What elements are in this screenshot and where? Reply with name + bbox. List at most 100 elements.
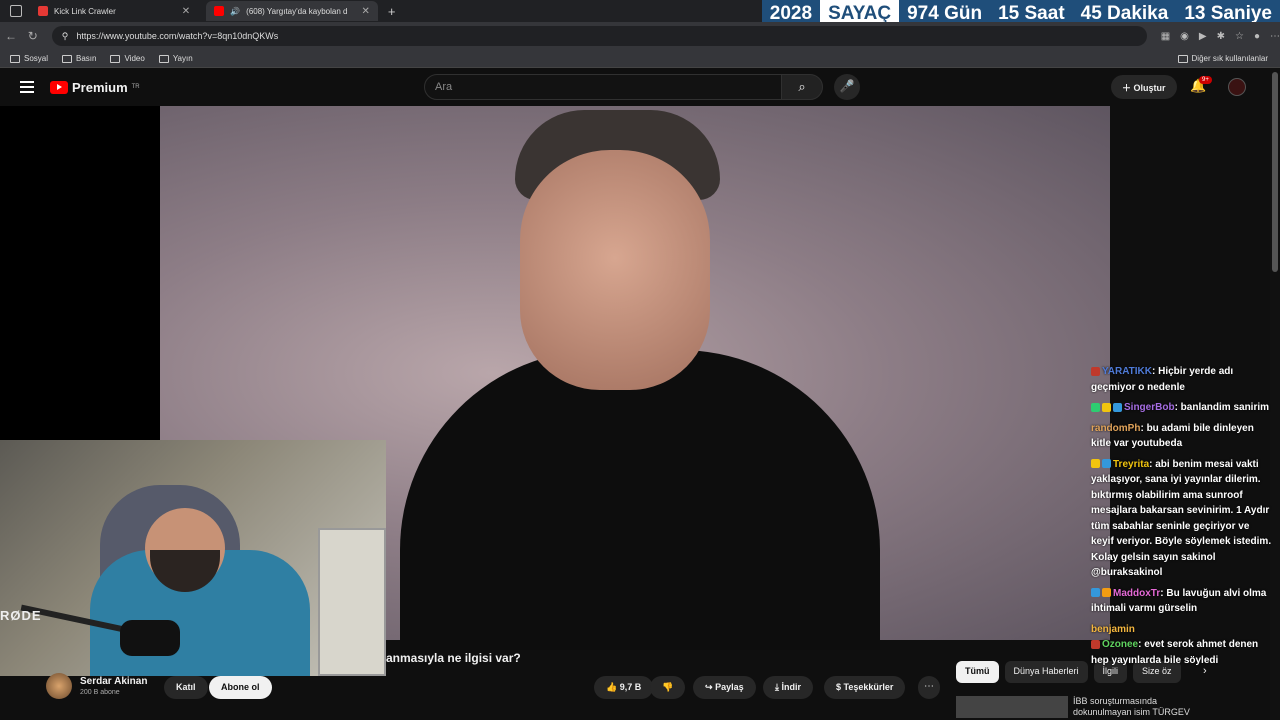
other-bookmarks[interactable]: Diğer sık kullanılanlar (1177, 54, 1268, 63)
address-bar-row: ← ↻ ⚲ https://www.youtube.com/watch?v=8q… (0, 22, 1280, 50)
mic-brand-logo: RØDE (0, 608, 42, 623)
bookmark-label: Sosyal (24, 54, 49, 63)
close-tab-icon[interactable]: ✕ (182, 6, 190, 17)
speaker-icon[interactable]: 🔊 (230, 7, 240, 16)
create-button[interactable]: ＋ Oluştur (1111, 75, 1177, 99)
folder-icon (10, 54, 20, 63)
extension-icon[interactable]: ▦ (1161, 31, 1170, 42)
url-field[interactable]: ⚲ https://www.youtube.com/watch?v=8qn10d… (51, 26, 1147, 46)
profile-avatar-icon[interactable]: ● (1254, 31, 1260, 42)
share-button[interactable]: ↪ Paylaş (693, 676, 756, 699)
download-label: İndir (781, 682, 802, 692)
bookmark-folder-basin[interactable]: Basın (62, 54, 96, 63)
thanks-icon: $ (836, 682, 842, 692)
reload-icon[interactable]: ↻ (22, 29, 44, 43)
more-actions-icon[interactable]: ⋯ (918, 676, 940, 699)
chat-text: banlandim sanirim (1180, 402, 1270, 413)
chip-all[interactable]: Tümü (956, 661, 999, 683)
chat-username: Treyrita (1113, 458, 1150, 470)
badge-icon (1091, 402, 1100, 412)
favorites-icon[interactable]: ☆ (1235, 31, 1244, 42)
logo-text: Premium (72, 79, 128, 95)
youtube-header: Premium TR Ara ⌕ 🎤 ＋ Oluştur 🔔 9+ (0, 68, 1270, 106)
folder-icon (158, 54, 169, 63)
youtube-logo[interactable]: Premium TR (50, 80, 140, 95)
thumbs-down-icon: 👎 (662, 682, 674, 692)
bookmark-label: Video (124, 54, 145, 63)
chat-message: SingerBob: banlandim sanirim (1091, 400, 1273, 416)
video-speaker-face (520, 150, 710, 390)
bookmarks-bar: Sosyal Basın Video Yayın Diğer sık kulla… (0, 50, 1280, 68)
tab-title: (608) Yargıtay'da kaybolan d (246, 6, 348, 16)
search-icon[interactable]: ⌕ (781, 74, 823, 100)
folder-icon (110, 54, 121, 63)
youtube-favicon-icon (214, 6, 225, 16)
tab-kick-link-crawler[interactable]: Kick Link Crawler ✕ (30, 1, 198, 21)
kick-favicon-icon (38, 6, 48, 16)
badge-icon (1091, 639, 1100, 649)
workspace-icon[interactable] (10, 5, 22, 17)
badge-icon (1102, 402, 1111, 412)
like-count: 9,7 B (619, 682, 642, 692)
site-info-icon[interactable]: ⚲ (62, 31, 69, 42)
bookmark-label: Diğer sık kullanılanlar (1191, 54, 1268, 63)
extensions-toolbar: ▦ ◉ ▶ ✱ ☆ ● ⋯ (1161, 31, 1280, 42)
whiteboard (318, 528, 386, 676)
bookmark-folder-yayin[interactable]: Yayın (158, 54, 193, 63)
chip-world-news[interactable]: Dünya Haberleri (1004, 661, 1088, 683)
extensions-puzzle-icon[interactable]: ✱ (1217, 31, 1225, 42)
streamer-webcam-overlay: RØDE (0, 440, 386, 676)
bookmark-folder-video[interactable]: Video (110, 54, 145, 63)
back-icon[interactable]: ← (0, 29, 22, 43)
related-video-title[interactable]: İBB soruşturmasında dokunulmayan isim TÜ… (1073, 696, 1190, 718)
share-label: Paylaş (715, 682, 744, 692)
url-text: https://www.youtube.com/watch?v=8qn10dnQ… (76, 31, 279, 41)
close-tab-icon[interactable]: ✕ (361, 6, 369, 17)
chat-username: randomPh (1091, 422, 1141, 434)
chat-message: MaddoxTr: Bu lavuğun alvi olma ihtimali … (1091, 587, 1267, 614)
youtube-play-icon (50, 80, 68, 94)
new-tab-button[interactable]: + (388, 4, 396, 19)
channel-avatar[interactable] (46, 673, 72, 699)
folder-icon (1177, 54, 1188, 63)
subscribe-button[interactable]: Abone ol (209, 676, 272, 699)
chat-username: YARATIKK (1102, 366, 1153, 377)
channel-name[interactable]: Serdar Akinan (80, 676, 147, 687)
thanks-button[interactable]: $ Teşekkürler (824, 676, 906, 699)
chat-message: YARATIKK: Hiçbir yerde adı geçmiyor o ne… (1091, 366, 1234, 393)
menu-dots-icon[interactable]: ⋯ (1270, 31, 1280, 42)
related-video-thumbnail[interactable] (956, 696, 1068, 718)
bookmark-folder-sosyal[interactable]: Sosyal (10, 54, 48, 63)
download-icon: ⤓ (775, 682, 779, 692)
region-code: TR (131, 84, 140, 90)
scrollbar-thumb[interactable] (1272, 72, 1278, 272)
extension-icon[interactable]: ◉ (1180, 31, 1189, 42)
hamburger-menu-icon[interactable] (20, 78, 34, 96)
dislike-button[interactable]: 👎 (650, 676, 686, 699)
search-input[interactable]: Ara (424, 74, 782, 100)
badge-icon (1102, 588, 1111, 598)
chat-message: randomPh: bu adami bile dinleyen kitle v… (1091, 422, 1254, 450)
extension-icon[interactable]: ▶ (1199, 31, 1207, 42)
badge-icon (1091, 459, 1100, 469)
create-label: Oluştur (1133, 83, 1166, 93)
chat-text: abi benim mesai vakti yaklaşıyor, sana i… (1091, 458, 1272, 579)
chat-overlay: YARATIKK: Hiçbir yerde adı geçmiyor o ne… (1091, 364, 1273, 673)
microphone-icon[interactable]: 🎤 (834, 74, 860, 100)
badge-icon (1113, 402, 1122, 412)
chat-message: Treyrita: abi benim mesai vakti yaklaşıy… (1091, 458, 1272, 579)
join-button[interactable]: Katıl (164, 676, 208, 699)
subscriber-count: 200 B abone (80, 689, 120, 696)
folder-icon (62, 54, 73, 63)
share-icon: ↪ (705, 682, 713, 692)
account-avatar[interactable] (1228, 78, 1246, 96)
chat-message: Ozonee: evet serok ahmet denen hep yayın… (1091, 639, 1259, 666)
download-button[interactable]: ⤓ İndir (763, 676, 813, 699)
like-button[interactable]: 👍 9,7 B (594, 676, 654, 699)
bookmark-label: Basın (76, 54, 97, 63)
thumbs-up-icon: 👍 (606, 682, 618, 692)
notification-badge: 9+ (1199, 76, 1212, 84)
tab-youtube-video[interactable]: 🔊 (608) Yargıtay'da kaybolan d ✕ (206, 1, 378, 21)
channel-info[interactable]: Serdar Akinan 200 B abone (46, 673, 147, 699)
related-title-line: İBB soruşturmasında (1073, 696, 1158, 706)
